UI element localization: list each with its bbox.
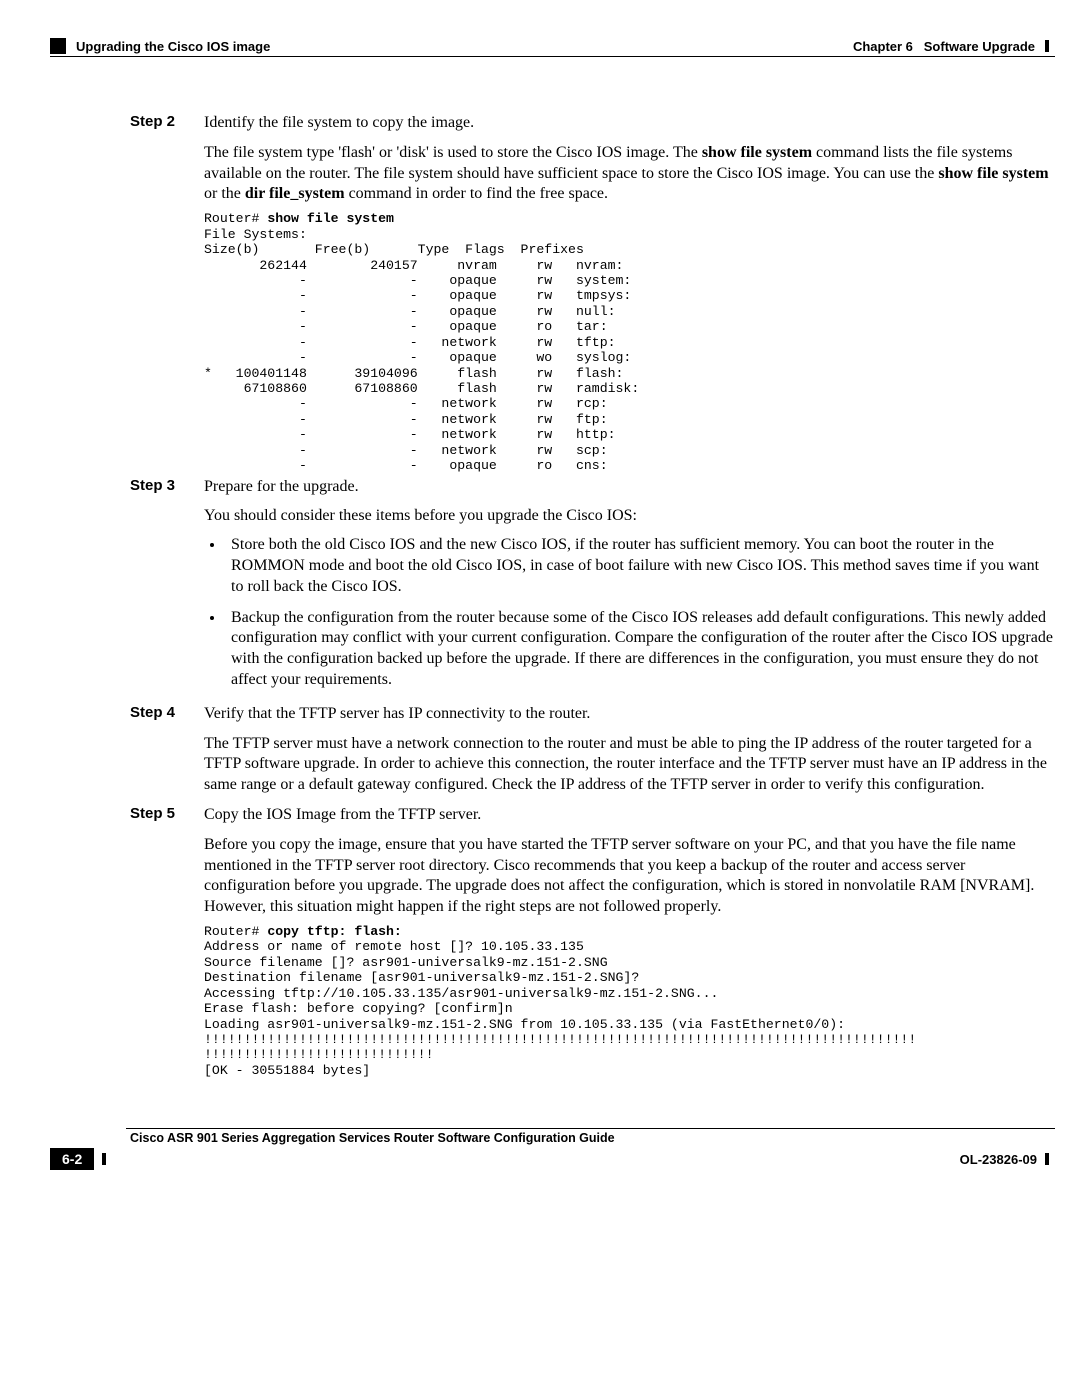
step-body: Verify that the TFTP server has IP conne… — [204, 704, 1054, 802]
header-section-title: Upgrading the Cisco IOS image — [76, 39, 270, 54]
output: File Systems: Size(b) Free(b) Type Flags… — [204, 227, 639, 474]
prompt: Router# — [204, 211, 267, 226]
prompt: Router# — [204, 924, 267, 939]
command: copy tftp: flash: — [267, 924, 402, 939]
step-body: Copy the IOS Image from the TFTP server.… — [204, 805, 1054, 1078]
step-title: Verify that the TFTP server has IP conne… — [204, 704, 1054, 725]
list-item: Store both the old Cisco IOS and the new… — [225, 535, 1054, 597]
step-3: Step 3 Prepare for the upgrade. You shou… — [50, 477, 1055, 701]
footer-rule — [126, 1128, 1055, 1129]
terminal-output: Router# copy tftp: flash: Address or nam… — [204, 924, 1054, 1078]
step-4: Step 4 Verify that the TFTP server has I… — [50, 704, 1055, 802]
output: Address or name of remote host []? 10.10… — [204, 939, 916, 1078]
cmd: show file system — [938, 165, 1048, 182]
header-marker-icon — [50, 38, 66, 54]
footer-title: Cisco ASR 901 Series Aggregation Service… — [130, 1131, 1055, 1145]
doc-code: OL-23826-09 — [960, 1152, 1055, 1167]
step-body: Prepare for the upgrade. You should cons… — [204, 477, 1054, 701]
step-para: The file system type 'flash' or 'disk' i… — [204, 143, 1054, 205]
header-chapter-title: Software Upgrade — [924, 39, 1035, 54]
header-rule — [50, 56, 1055, 57]
page-header: Upgrading the Cisco IOS image Chapter 6 … — [50, 38, 1055, 54]
page-footer: Cisco ASR 901 Series Aggregation Service… — [50, 1128, 1055, 1170]
step-body: Identify the file system to copy the ima… — [204, 113, 1054, 474]
text: or the — [204, 185, 245, 202]
list-item: Backup the configuration from the router… — [225, 608, 1054, 691]
page-number-badge: 6-2 — [50, 1148, 106, 1170]
header-tick-icon — [1045, 40, 1049, 52]
header-left: Upgrading the Cisco IOS image — [50, 38, 270, 54]
doc-code-text: OL-23826-09 — [960, 1152, 1037, 1167]
page-number: 6-2 — [50, 1148, 94, 1170]
step-para: Before you copy the image, ensure that y… — [204, 835, 1054, 918]
step-label: Step 4 — [130, 704, 200, 721]
step-title: Prepare for the upgrade. — [204, 477, 1054, 498]
step-title: Identify the file system to copy the ima… — [204, 113, 1054, 134]
command: show file system — [267, 211, 394, 226]
bullet-list: Store both the old Cisco IOS and the new… — [204, 535, 1054, 691]
header-chapter-label: Chapter 6 — [853, 39, 913, 54]
terminal-output: Router# show file system File Systems: S… — [204, 211, 1054, 473]
step-2: Step 2 Identify the file system to copy … — [50, 113, 1055, 474]
step-para: You should consider these items before y… — [204, 506, 1054, 527]
text: The file system type 'flash' or 'disk' i… — [204, 144, 702, 161]
text: command in order to find the free space. — [345, 185, 608, 202]
step-label: Step 3 — [130, 477, 200, 494]
step-5: Step 5 Copy the IOS Image from the TFTP … — [50, 805, 1055, 1078]
cmd: show file system — [702, 144, 812, 161]
step-para: The TFTP server must have a network conn… — [204, 734, 1054, 796]
step-label: Step 5 — [130, 805, 200, 822]
step-title: Copy the IOS Image from the TFTP server. — [204, 805, 1054, 826]
step-label: Step 2 — [130, 113, 200, 130]
footer-tick-left-icon — [102, 1153, 106, 1165]
header-right: Chapter 6 Software Upgrade — [853, 39, 1055, 54]
footer-tick-right-icon — [1045, 1153, 1049, 1165]
cmd: dir file_system — [245, 185, 345, 202]
footer-bottom: 6-2 OL-23826-09 — [50, 1148, 1055, 1170]
